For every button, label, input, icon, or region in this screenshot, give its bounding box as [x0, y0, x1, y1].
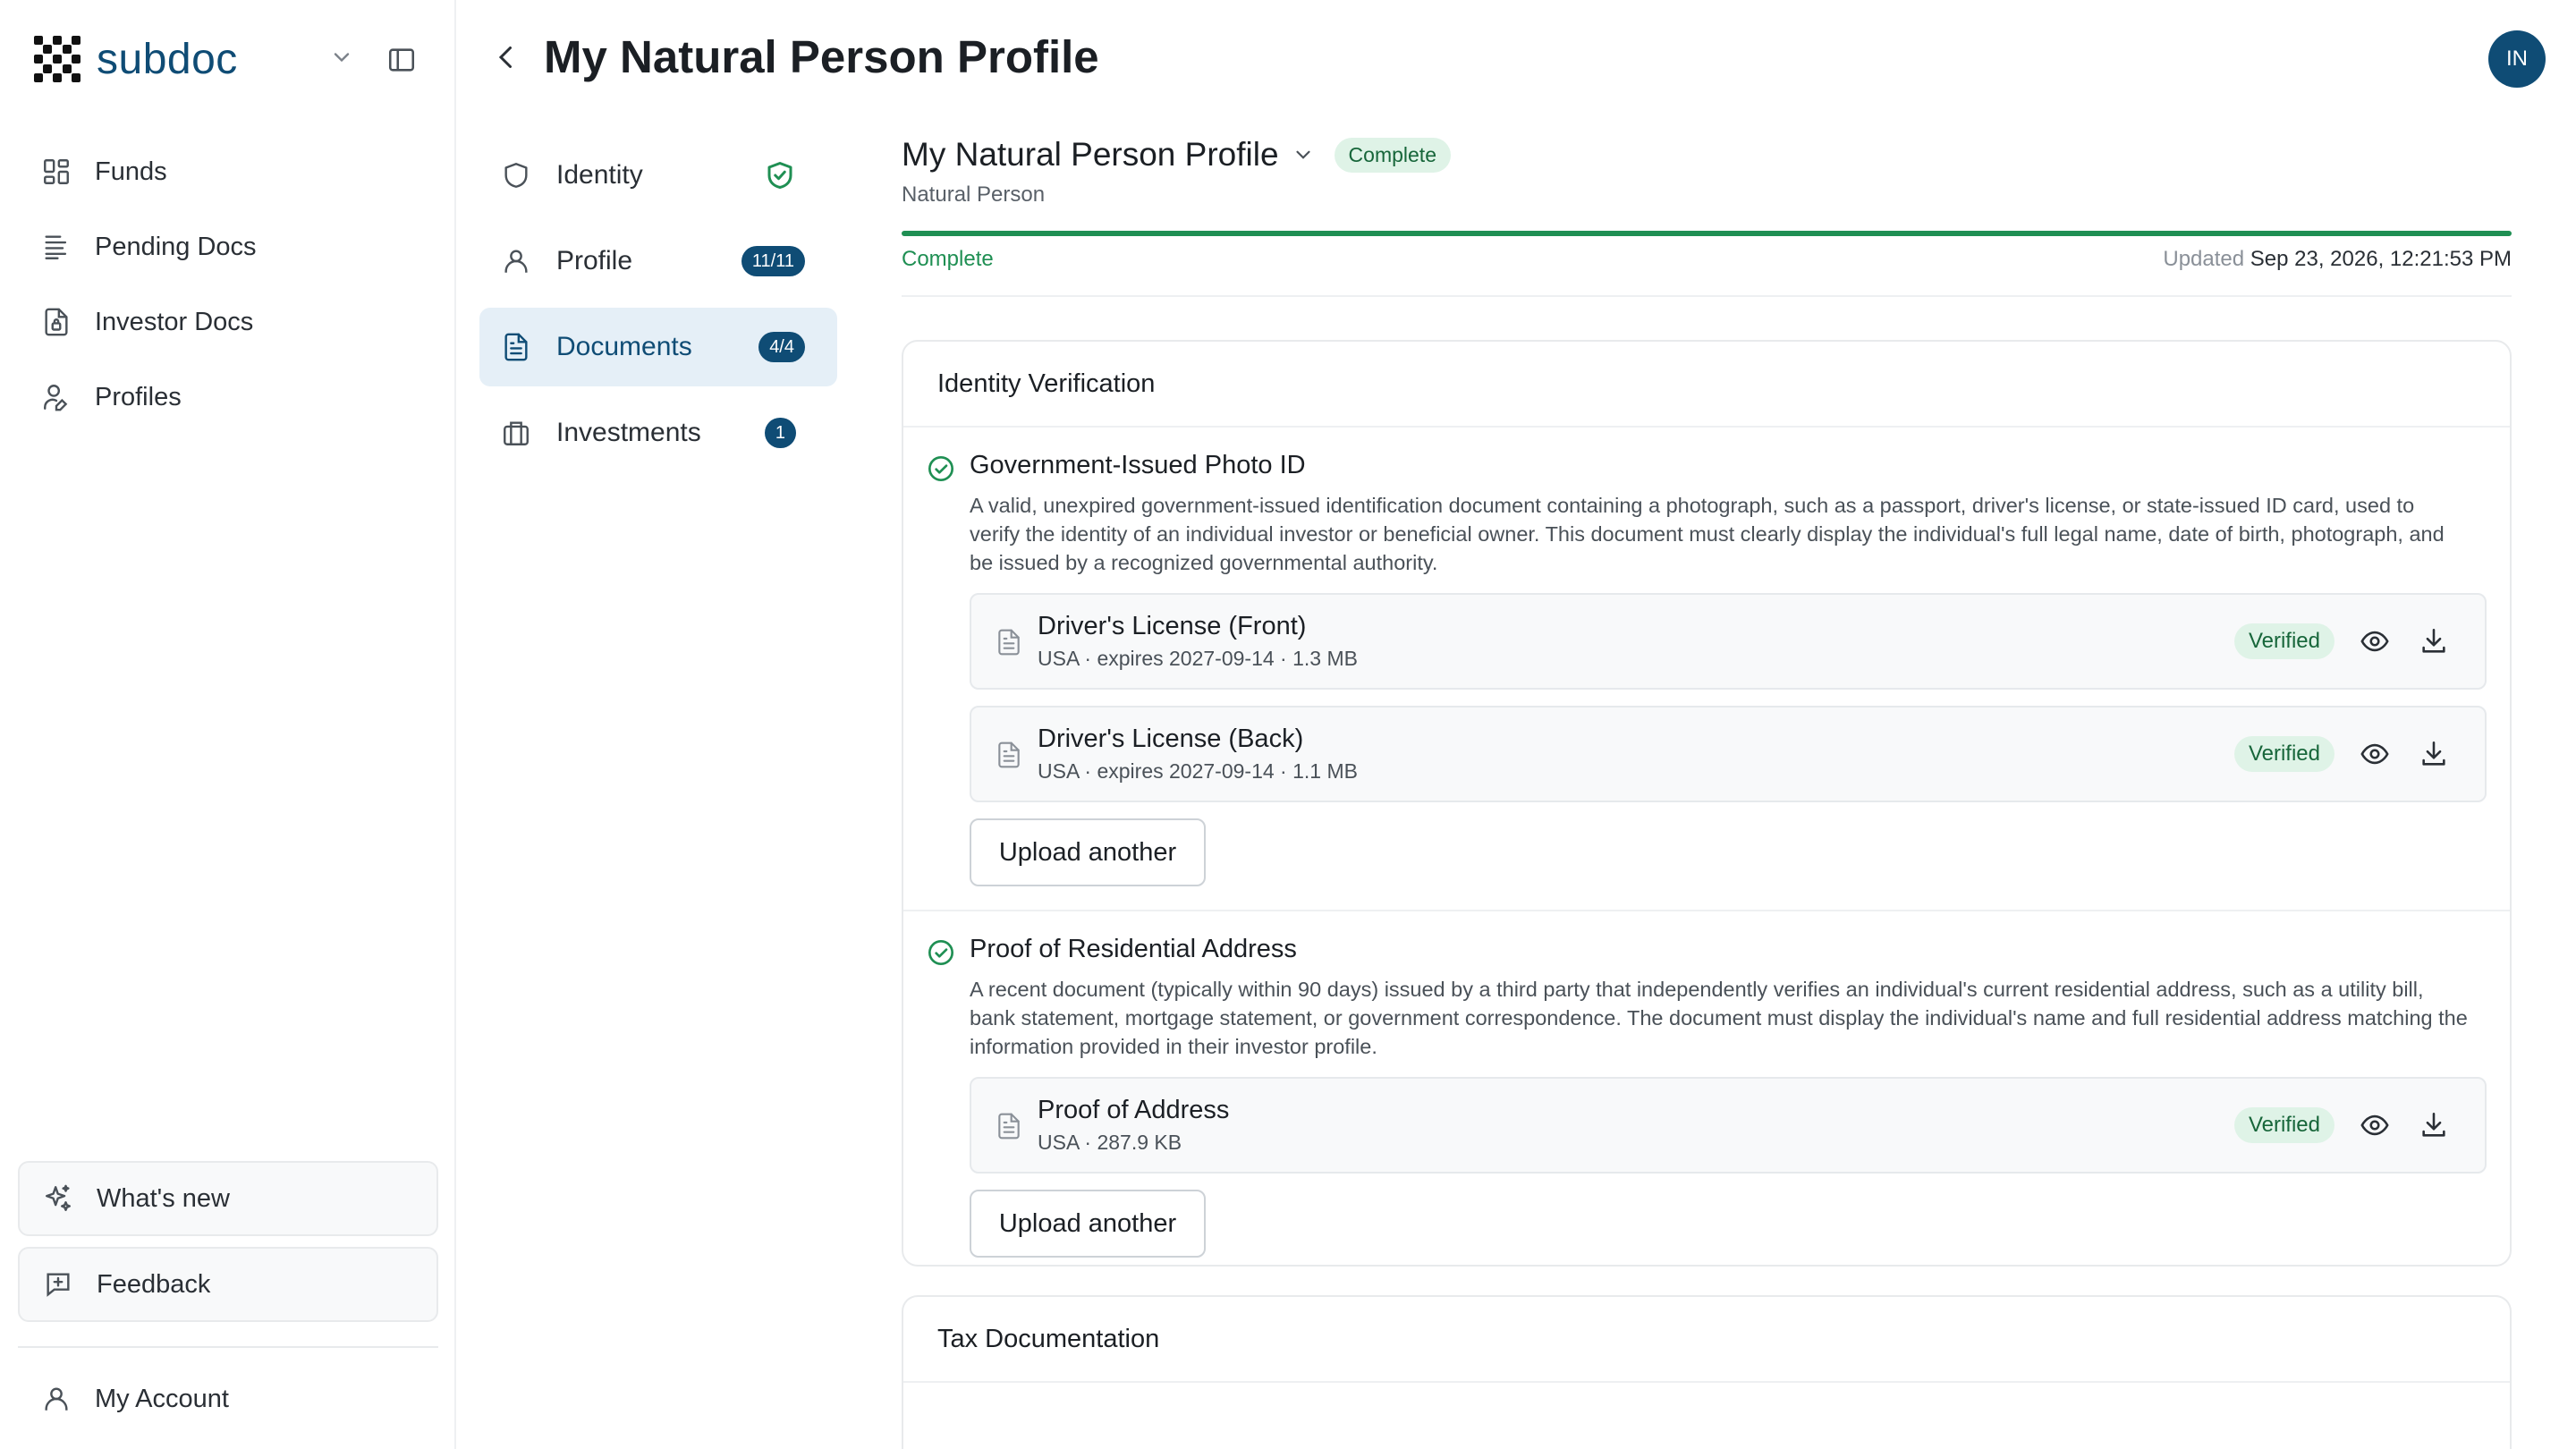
sidebar-item-label: Pending Docs	[95, 232, 257, 261]
eye-icon[interactable]	[2360, 1110, 2390, 1140]
download-icon[interactable]	[2419, 1110, 2449, 1140]
header-divider	[902, 295, 2512, 297]
page-title: My Natural Person Profile	[544, 31, 1099, 82]
shield-icon	[504, 163, 528, 188]
verified-badge: Verified	[2233, 1107, 2334, 1143]
sidebar-item-pending-docs[interactable]: Pending Docs	[18, 211, 438, 283]
count-badge: 4/4	[758, 332, 805, 362]
list-icon	[45, 235, 67, 259]
document-icon	[998, 1113, 1020, 1140]
card-title: Tax Documentation	[903, 1297, 2510, 1383]
message-plus-icon	[47, 1273, 70, 1297]
verified-badge: Verified	[2233, 736, 2334, 772]
updated-timestamp: Updated Sep 23, 2026, 12:21:53 PM	[2163, 247, 2512, 272]
feedback-label: Feedback	[97, 1269, 211, 1299]
progress-fill	[902, 231, 2512, 236]
briefcase-icon	[504, 421, 529, 445]
sidebar-item-label: Funds	[95, 157, 167, 186]
section-description: A valid, unexpired government-issued ide…	[970, 494, 2445, 574]
whats-new-label: What's new	[97, 1183, 230, 1213]
feedback-button[interactable]: Feedback	[18, 1247, 438, 1322]
profile-name: My Natural Person Profile	[902, 136, 1279, 173]
document-name: Driver's License (Front)	[1038, 612, 1307, 640]
document-meta: USA · expires 2027-09-14 · 1.3 MB	[1038, 647, 1358, 670]
upload-another-button[interactable]: Upload another	[970, 1190, 1206, 1258]
profile-header: My Natural Person Profile Complete Natur…	[902, 136, 1451, 208]
document-row[interactable]: Driver's License (Front) USA · expires 2…	[970, 593, 2487, 690]
back-arrow-icon[interactable]	[490, 41, 522, 73]
tab-label: Investments	[556, 418, 701, 447]
brand[interactable]: subdoc	[32, 34, 238, 84]
user-icon	[504, 250, 528, 273]
card-title: Identity Verification	[903, 342, 2510, 428]
sidebar-item-investor-docs[interactable]: Investor Docs	[18, 286, 438, 358]
chevron-down-icon[interactable]	[329, 45, 354, 70]
check-circle-icon	[928, 940, 953, 965]
section-description: A recent document (typically within 90 d…	[970, 978, 2468, 1058]
tab-label: Identity	[556, 160, 643, 190]
eye-icon[interactable]	[2360, 739, 2390, 769]
document-icon	[998, 741, 1020, 768]
sidebar-item-label: Profiles	[95, 382, 182, 411]
eye-icon[interactable]	[2360, 626, 2390, 657]
user-edit-icon	[44, 385, 68, 411]
grid-icon	[44, 159, 69, 184]
profile-selector[interactable]: My Natural Person Profile Complete	[902, 136, 1451, 174]
document-icon	[998, 629, 1020, 656]
upload-another-button[interactable]: Upload another	[970, 818, 1206, 886]
verified-badge: Verified	[2233, 623, 2334, 659]
file-lock-icon	[45, 308, 68, 336]
updated-label: Updated	[2163, 247, 2245, 271]
sidebar: subdoc Funds Pending Docs Investor Docs …	[0, 0, 456, 1449]
sidebar-item-funds[interactable]: Funds	[18, 136, 438, 208]
section-photo-id: Government-Issued Photo ID A valid, unex…	[903, 428, 2510, 886]
sparkles-icon	[46, 1184, 71, 1211]
tab-profile[interactable]: Profile 11/11	[479, 222, 837, 301]
document-row[interactable]: Proof of Address USA · 287.9 KB Verified	[970, 1077, 2487, 1174]
chevron-down-icon	[1295, 150, 1310, 159]
document-row[interactable]: Driver's License (Back) USA · expires 20…	[970, 706, 2487, 802]
document-meta: USA · 287.9 KB	[1038, 1131, 1182, 1154]
tab-identity[interactable]: Identity	[479, 136, 837, 215]
section-title: Proof of Residential Address	[970, 935, 1297, 963]
my-account-button[interactable]: My Account	[18, 1363, 438, 1435]
document-meta: USA · expires 2027-09-14 · 1.1 MB	[1038, 759, 1358, 783]
account-label: My Account	[95, 1384, 229, 1413]
user-icon	[45, 1387, 68, 1411]
tab-documents[interactable]: Documents 4/4	[479, 308, 837, 386]
count-badge: 1	[764, 418, 796, 448]
tab-label: Profile	[556, 246, 633, 275]
download-icon[interactable]	[2419, 739, 2449, 769]
section-proof-of-address: Proof of Residential Address A recent do…	[903, 910, 2510, 1258]
shield-check-icon	[767, 162, 792, 189]
document-icon	[504, 333, 528, 361]
tab-label: Documents	[556, 332, 692, 361]
count-badge: 11/11	[741, 246, 805, 276]
sidebar-divider	[18, 1346, 438, 1348]
sidebar-item-profiles[interactable]: Profiles	[18, 361, 438, 433]
profile-type: Natural Person	[902, 182, 1046, 207]
status-badge: Complete	[1334, 137, 1451, 173]
sidebar-item-label: Investor Docs	[95, 307, 254, 336]
section-title: Government-Issued Photo ID	[970, 451, 1306, 479]
sidebar-toggle-icon[interactable]	[386, 45, 417, 75]
whats-new-button[interactable]: What's new	[18, 1161, 438, 1236]
check-circle-icon	[928, 456, 953, 481]
avatar[interactable]: IN	[2488, 30, 2546, 88]
profile-subnav: Identity Profile 11/11 Documents 4/4 Inv…	[479, 136, 837, 472]
progress-bar	[902, 231, 2512, 236]
subdoc-logo-icon	[34, 36, 80, 82]
download-icon[interactable]	[2419, 626, 2449, 657]
tab-investments[interactable]: Investments 1	[479, 394, 837, 472]
progress-status: Complete	[902, 247, 994, 271]
document-name: Driver's License (Back)	[1038, 724, 1304, 753]
updated-value: Sep 23, 2026, 12:21:53 PM	[2250, 247, 2512, 271]
main-nav: Funds Pending Docs Investor Docs Profile…	[18, 136, 438, 433]
document-name: Proof of Address	[1038, 1096, 1230, 1124]
identity-verification-card: Identity Verification Government-Issued …	[902, 340, 2512, 1267]
tax-documentation-card: Tax Documentation	[902, 1295, 2512, 1449]
brand-name: subdoc	[97, 35, 238, 83]
